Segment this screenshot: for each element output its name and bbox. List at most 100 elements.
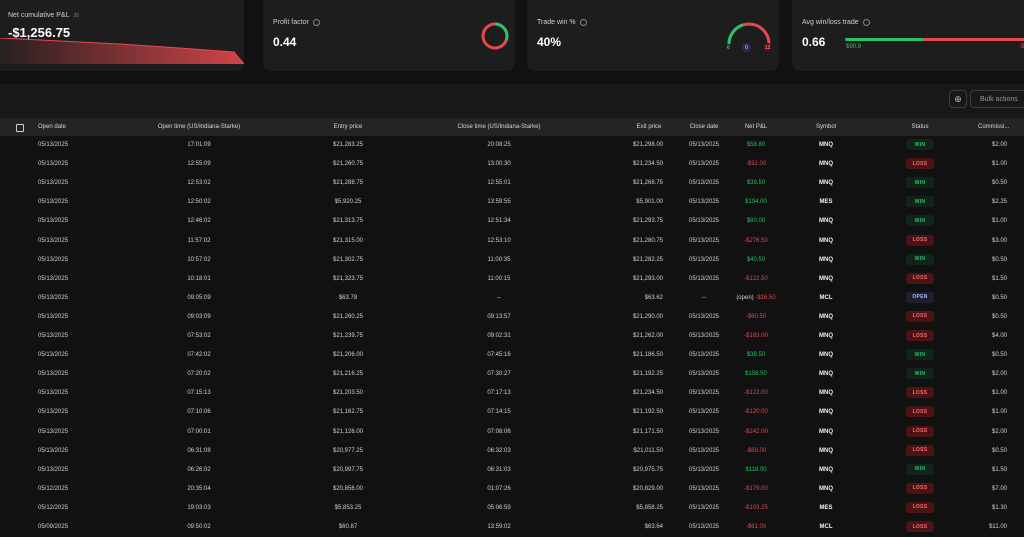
table-row[interactable]: 05/13/2025 12:53:02 $21,288.75 12:55:01 $21,… bbox=[0, 174, 1024, 193]
table-row[interactable]: 05/13/2025 09:05:09 $63.78 -- $63.62 -- MCL $0.… bbox=[0, 289, 1024, 308]
cell-open-date: 05/13/2025 bbox=[38, 371, 69, 378]
status-badge: OPEN bbox=[906, 291, 934, 303]
cell-commission: $4.00 bbox=[991, 333, 1007, 339]
header-open-time[interactable]: Open time (US/Indiana-Starke) bbox=[158, 124, 240, 130]
cell-entry-price: $21,203.50 bbox=[332, 390, 364, 397]
cell-commission: $2.25 bbox=[991, 199, 1007, 206]
cell-open-date: 05/13/2025 bbox=[38, 256, 69, 263]
cell-close-time: 07:14:15 bbox=[487, 409, 511, 416]
cell-open-date: 05/13/2025 bbox=[38, 218, 69, 225]
cell-close-date: 05/13/2025 bbox=[688, 161, 720, 168]
info-icon[interactable] bbox=[862, 19, 870, 26]
cell-exit-price: $21,290.00 bbox=[632, 313, 663, 320]
header-status[interactable]: Status bbox=[911, 124, 928, 130]
net-pnl-amount: $58.80 bbox=[746, 142, 766, 148]
header-exit-price[interactable]: Exit price bbox=[637, 124, 662, 130]
gauge-loss bbox=[727, 22, 771, 45]
table-row[interactable]: 05/13/2025 07:10:06 $21,162.75 07:14:15 $21,… bbox=[0, 403, 1024, 422]
cell-symbol: MCL bbox=[819, 294, 833, 301]
profit-factor-card[interactable]: Profit factor 0.44 bbox=[263, 0, 515, 71]
avg-win-loss-value: 0.66 bbox=[802, 35, 826, 49]
cell-exit-price: $21,234.50 bbox=[632, 390, 663, 397]
header-symbol[interactable]: Symbol bbox=[816, 124, 836, 130]
info-icon[interactable] bbox=[579, 19, 587, 26]
profit-factor-label: Profit factor bbox=[273, 19, 309, 26]
net-pnl-card[interactable]: Net cumulative P&L 20 -$1,256.75 bbox=[0, 0, 244, 71]
avg-win-loss-card[interactable]: Avg win/loss trade 0.66 $90.9 -$ bbox=[792, 0, 1024, 71]
trade-win-card[interactable]: Trade win % 40% 6 0 12 bbox=[527, 0, 779, 71]
cell-exit-price: $21,192.50 bbox=[632, 409, 663, 416]
cell-commission: $1.00 bbox=[991, 390, 1007, 397]
net-pnl-amount: -$120.00 bbox=[744, 409, 768, 416]
table-settings-icon[interactable]: ⊕ bbox=[949, 90, 967, 108]
cell-open-time: 07:10:06 bbox=[187, 409, 211, 416]
cell-net-pnl: -$122.00 bbox=[744, 390, 768, 396]
cell-net-pnl: $58.80 bbox=[747, 142, 765, 148]
net-pnl-amount: $194.00 bbox=[745, 199, 767, 206]
table-header: Open date Open time (US/Indiana-Starke) … bbox=[0, 118, 1024, 136]
table-row[interactable]: 05/13/2025 07:20:02 $21,216.25 07:30:27 $21,… bbox=[0, 365, 1024, 384]
table-row[interactable]: 05/13/2025 07:15:13 $21,203.50 07:17:13 $21,… bbox=[0, 384, 1024, 403]
table-row[interactable]: 05/13/2025 10:57:02 $21,302.75 11:00:35 $21,… bbox=[0, 251, 1024, 270]
table-row[interactable]: 05/13/2025 12:46:02 $21,313.75 12:51:34 $21,… bbox=[0, 212, 1024, 231]
header-open-date[interactable]: Open date bbox=[38, 124, 66, 130]
bulk-actions-button[interactable]: Bulk actions bbox=[970, 90, 1024, 108]
cell-commission: $0.50 bbox=[991, 352, 1007, 359]
cell-symbol: MNQ bbox=[819, 180, 833, 187]
gauge-win bbox=[727, 23, 744, 45]
table-row[interactable]: 05/13/2025 06:26:02 $20,997.75 06:31:03 $20,… bbox=[0, 461, 1024, 480]
net-pnl-amount: $80.00 bbox=[746, 218, 766, 225]
table-row[interactable]: 05/12/2025 19:03:03 $5,853.25 05:06:59 $5,85… bbox=[0, 499, 1024, 518]
cell-open-date: 05/13/2025 bbox=[38, 313, 69, 320]
info-icon[interactable] bbox=[312, 19, 320, 26]
table-row[interactable]: 05/12/2025 20:35:04 $20,856.00 01:07:26 $20,… bbox=[0, 480, 1024, 499]
table-row[interactable]: 05/09/2025 09:50:02 $60.87 13:59:02 $63.64 05… bbox=[0, 518, 1024, 537]
table-row[interactable]: 05/13/2025 07:53:02 $21,239.75 09:02:31 $21,… bbox=[0, 327, 1024, 346]
cell-exit-price: $21,282.25 bbox=[632, 256, 663, 263]
table-row[interactable]: 05/13/2025 12:55:09 $21,260.75 13:00:30 $21,… bbox=[0, 155, 1024, 174]
win-count: 6 bbox=[727, 45, 730, 51]
table-row[interactable]: 05/13/2025 07:42:02 $21,206.00 07:45:16 $21,… bbox=[0, 346, 1024, 365]
cell-close-time: 07:45:16 bbox=[487, 352, 511, 359]
cell-commission: $2.00 bbox=[991, 428, 1007, 435]
table-row[interactable]: 05/13/2025 12:50:02 $5,920.25 13:59:55 $5,90… bbox=[0, 193, 1024, 212]
cell-symbol: MNQ bbox=[819, 142, 833, 148]
cell-close-date: -- bbox=[702, 294, 706, 301]
cell-entry-price: $21,260.75 bbox=[332, 161, 364, 168]
header-commission[interactable]: Commissi... bbox=[978, 124, 1009, 130]
cell-net-pnl: -$276.50 bbox=[744, 238, 768, 244]
cell-open-date: 05/13/2025 bbox=[38, 142, 69, 148]
table-row[interactable]: 05/13/2025 17:01:09 $21,283.25 20:08:25 $21,… bbox=[0, 136, 1024, 155]
table-row[interactable]: 05/13/2025 06:31:08 $20,977.25 06:32:03 $21,… bbox=[0, 442, 1024, 461]
cell-open-time: 07:20:02 bbox=[187, 371, 211, 378]
header-close-date[interactable]: Close date bbox=[690, 124, 719, 130]
select-all-checkbox[interactable] bbox=[16, 124, 24, 132]
status-badge: LOSS bbox=[906, 234, 934, 246]
net-pnl-amount: -$179.00 bbox=[744, 485, 768, 492]
table-row[interactable]: 05/13/2025 11:57:02 $21,315.00 12:53:10 $21,… bbox=[0, 232, 1024, 251]
header-net-pnl[interactable]: Net P&L bbox=[745, 124, 767, 130]
cell-entry-price: $63.78 bbox=[338, 294, 358, 301]
table-row[interactable]: 05/13/2025 09:03:09 $21,260.25 09:13:57 $21,… bbox=[0, 308, 1024, 327]
table-row[interactable]: 05/13/2025 07:00:01 $21,126.00 07:08:06 $21,… bbox=[0, 423, 1024, 442]
net-pnl-amount: -$183.00 bbox=[744, 333, 768, 339]
trade-win-label: Trade win % bbox=[537, 19, 576, 26]
header-entry-price[interactable]: Entry price bbox=[334, 124, 363, 130]
cell-commission: $0.50 bbox=[991, 180, 1007, 187]
status-badge: LOSS bbox=[906, 406, 934, 418]
header-close-time[interactable]: Close time (US/Indiana-Starke) bbox=[457, 124, 540, 130]
cell-close-time: 20:08:25 bbox=[487, 142, 511, 148]
net-pnl-amount: $158.50 bbox=[745, 371, 767, 378]
cell-commission: $0.50 bbox=[991, 256, 1007, 263]
table-row[interactable]: 05/13/2025 10:18:01 $21,323.75 11:00:15 $21,… bbox=[0, 270, 1024, 289]
cell-open-date: 05/13/2025 bbox=[38, 199, 69, 206]
cell-symbol: MNQ bbox=[819, 409, 833, 416]
cell-exit-price: $21,192.25 bbox=[632, 371, 663, 378]
cell-close-date: 05/13/2025 bbox=[688, 428, 720, 435]
net-pnl-amount: -$103.25 bbox=[744, 504, 768, 511]
cell-exit-price: $21,293.00 bbox=[632, 275, 663, 282]
cell-open-date: 05/13/2025 bbox=[38, 409, 69, 416]
cell-open-date: 05/09/2025 bbox=[38, 524, 69, 530]
status-badge: WIN bbox=[906, 368, 934, 380]
cell-open-time: 20:35:04 bbox=[187, 485, 211, 492]
